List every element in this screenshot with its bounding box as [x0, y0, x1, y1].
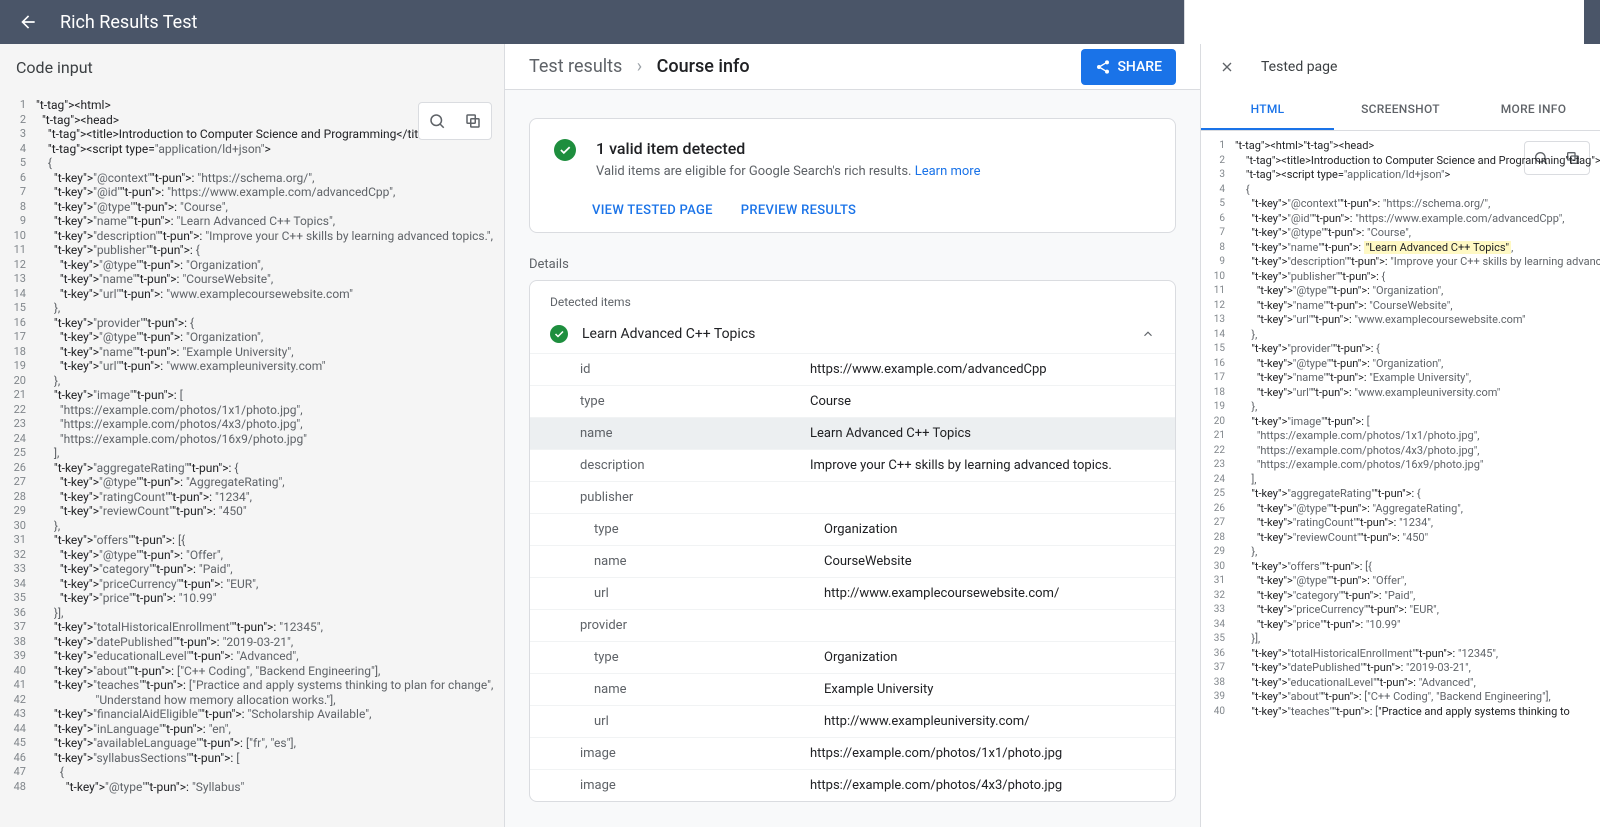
- check-icon: [554, 139, 576, 161]
- detected-items-heading: Detected items: [530, 281, 1175, 315]
- status-subtitle: Valid items are eligible for Google Sear…: [596, 164, 980, 179]
- app-title: Rich Results Test: [60, 12, 1184, 33]
- detail-row: typeOrganization: [530, 641, 1175, 673]
- details-label: Details: [529, 257, 1176, 272]
- back-arrow-icon[interactable]: [16, 10, 40, 34]
- detail-row: nameCourseWebsite: [530, 545, 1175, 577]
- detail-row: imagehttps://example.com/photos/4x3/phot…: [530, 769, 1175, 801]
- tested-page-code[interactable]: 1234567891011121314151617181920212223242…: [1201, 131, 1600, 827]
- learn-more-link[interactable]: Learn more: [915, 164, 981, 179]
- top-bar: Rich Results Test: [0, 0, 1600, 44]
- detail-row: imagehttps://example.com/photos/1x1/phot…: [530, 737, 1175, 769]
- tested-page-tabs: HTML SCREENSHOT MORE INFO: [1201, 90, 1600, 131]
- detail-row: publisher: [530, 481, 1175, 513]
- tab-screenshot[interactable]: SCREENSHOT: [1334, 90, 1467, 130]
- detail-row: urlhttp://www.examplecoursewebsite.com/: [530, 577, 1175, 609]
- share-button[interactable]: SHARE: [1081, 49, 1176, 85]
- close-icon[interactable]: [1217, 57, 1237, 77]
- detail-row: idhttps://www.example.com/advancedCpp: [530, 353, 1175, 385]
- tab-more-info[interactable]: MORE INFO: [1467, 90, 1600, 130]
- detail-row: typeCourse: [530, 385, 1175, 417]
- tab-html[interactable]: HTML: [1201, 90, 1334, 130]
- tested-page-title: Tested page: [1261, 59, 1337, 75]
- code-input-pane: Code input 12345678910111213141516171819…: [0, 44, 505, 827]
- detail-row: urlhttp://www.exampleuniversity.com/: [530, 705, 1175, 737]
- check-icon: [550, 325, 568, 343]
- breadcrumb-root[interactable]: Test results: [529, 56, 622, 77]
- detail-row: descriptionImprove your C++ skills by le…: [530, 449, 1175, 481]
- chevron-up-icon: [1141, 327, 1155, 341]
- detail-row: nameExample University: [530, 673, 1175, 705]
- detail-row: nameLearn Advanced C++ Topics: [530, 417, 1175, 449]
- apps-grid-icon[interactable]: [1373, 7, 1397, 31]
- preview-results-button[interactable]: PREVIEW RESULTS: [741, 203, 856, 218]
- results-header: Test results › Course info SHARE: [505, 44, 1200, 90]
- breadcrumb-current: Course info: [657, 56, 750, 77]
- view-tested-page-button[interactable]: VIEW TESTED PAGE: [592, 203, 713, 218]
- detected-item-title: Learn Advanced C++ Topics: [582, 326, 755, 342]
- code-editor[interactable]: 1234567891011121314151617181920212223242…: [0, 90, 504, 827]
- detail-row: provider: [530, 609, 1175, 641]
- detected-items-card: Detected items Learn Advanced C++ Topics…: [529, 280, 1176, 802]
- chevron-right-icon: ›: [637, 56, 642, 77]
- status-title: 1 valid item detected: [596, 139, 980, 158]
- status-card: 1 valid item detected Valid items are el…: [529, 118, 1176, 233]
- detail-row: typeOrganization: [530, 513, 1175, 545]
- tested-page-pane: Tested page HTML SCREENSHOT MORE INFO 12…: [1200, 44, 1600, 827]
- results-pane: Test results › Course info SHARE 1 valid…: [505, 44, 1200, 827]
- code-input-heading: Code input: [0, 44, 504, 90]
- detected-item-header[interactable]: Learn Advanced C++ Topics: [530, 315, 1175, 353]
